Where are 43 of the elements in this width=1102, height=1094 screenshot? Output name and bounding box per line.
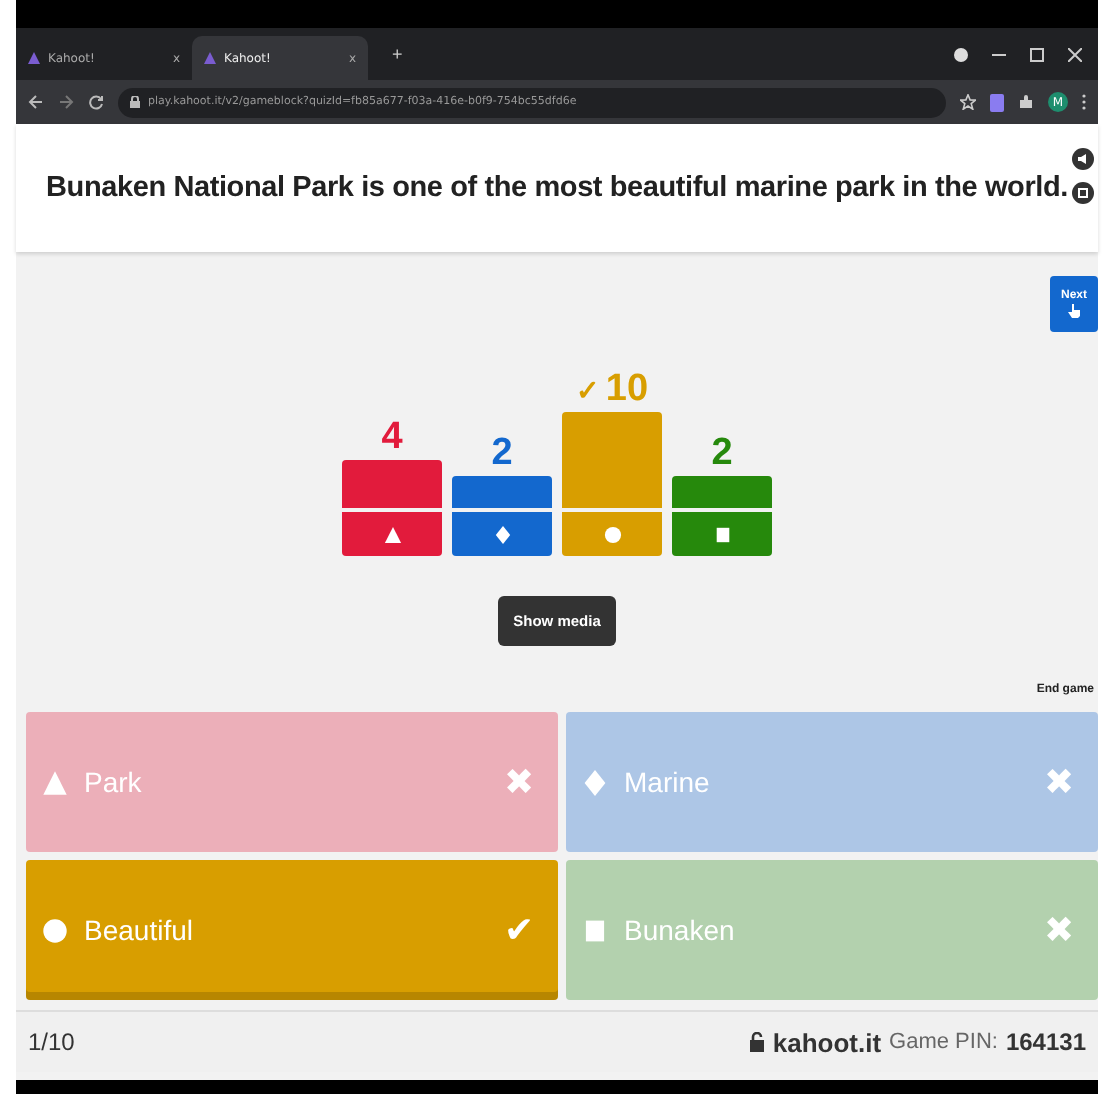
answer-count: 2	[491, 432, 513, 476]
game-pin: 164131	[1005, 1028, 1086, 1056]
question-counter: 1/10	[28, 1028, 75, 1056]
fullscreen-icon[interactable]	[1072, 182, 1094, 204]
diamond-icon	[493, 525, 511, 543]
question-text: Bunaken National Park is one of the most beautiful marine park in the world.	[46, 172, 1068, 204]
circle-icon	[42, 917, 68, 943]
square-icon	[713, 525, 731, 543]
star-icon[interactable]	[960, 94, 976, 110]
check-icon: ✓	[575, 374, 600, 406]
new-tab-button[interactable]: +	[380, 42, 415, 66]
media-icon[interactable]	[954, 47, 968, 61]
answer-count: 10	[605, 368, 649, 412]
reload-icon[interactable]	[88, 94, 104, 110]
circle-icon	[603, 525, 621, 543]
forward-icon[interactable]	[58, 94, 74, 110]
triangle-icon	[42, 769, 68, 795]
hand-cursor-icon	[1068, 304, 1080, 318]
site-name: kahoot.it	[772, 1027, 882, 1057]
triangle-icon	[383, 525, 401, 543]
close-icon[interactable]	[1068, 47, 1082, 61]
puzzle-icon[interactable]	[1018, 94, 1034, 110]
lock-icon	[750, 1032, 765, 1052]
answer-count: 4	[381, 416, 403, 460]
answer-text: Marine	[624, 766, 712, 798]
extension-icon[interactable]	[990, 93, 1004, 111]
diamond-icon	[582, 769, 608, 795]
kahoot-icon	[204, 52, 216, 64]
square-icon	[582, 917, 608, 943]
pin-label: Game PIN:	[889, 1030, 998, 1054]
answer-count: 2	[711, 432, 733, 476]
lock-icon	[130, 96, 140, 108]
maximize-icon[interactable]	[1030, 47, 1044, 61]
back-icon[interactable]	[28, 94, 44, 110]
check-icon: ✔	[504, 908, 534, 952]
answer-text: Beautiful	[84, 914, 195, 946]
cross-icon: ✖	[1044, 760, 1074, 804]
cross-icon: ✖	[504, 760, 534, 804]
answer-text: Bunaken	[624, 914, 737, 946]
speaker-icon[interactable]	[1072, 148, 1094, 170]
answer-text: Park	[84, 766, 144, 798]
cross-icon: ✖	[1044, 908, 1074, 952]
kahoot-icon	[28, 52, 40, 64]
